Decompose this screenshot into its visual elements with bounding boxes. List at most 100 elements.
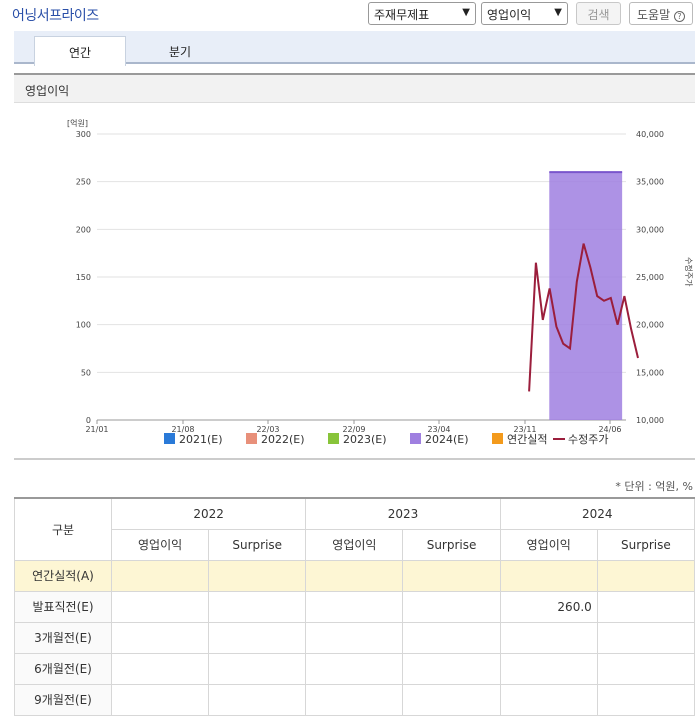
table-body: 연간실적(A) 발표직전(E) 260.0 3개월전(E) 6개월전(E) 9개월전(E)	[14, 559, 696, 716]
table-cell	[402, 621, 501, 654]
table-cell	[110, 590, 210, 623]
y2-tick-label: 10,000	[636, 416, 664, 425]
table-cell	[208, 683, 307, 716]
table-row: 발표직전(E) 260.0	[14, 590, 696, 623]
y-tick-label: 150	[76, 273, 91, 282]
sub-header: Surprise	[596, 528, 696, 561]
table-cell	[208, 559, 307, 592]
y-tick-label: 100	[76, 321, 91, 330]
page-title: 어닝서프라이즈	[12, 8, 99, 24]
column-header-category: 구분	[14, 497, 112, 561]
y2-tick-label: 25,000	[636, 273, 664, 282]
sub-header: 영업이익	[305, 528, 404, 561]
table-row: 3개월전(E)	[14, 621, 696, 654]
chart-area: 0 50 100 150 200 250 300 10,000 15,000 20,000 25,0…	[14, 104, 695, 460]
table-cell	[305, 590, 404, 623]
row-label: 6개월전(E)	[14, 652, 112, 685]
table-cell	[596, 683, 696, 716]
table-cell	[110, 559, 210, 592]
table-row: 연간실적(A)	[14, 559, 696, 592]
table-row: 6개월전(E)	[14, 652, 696, 685]
y2-tick-label: 15,000	[636, 368, 664, 377]
y-tick-label: 0	[86, 416, 91, 425]
table-cell	[402, 559, 501, 592]
unit-note: * 단위 : 억원, %	[615, 480, 693, 493]
y-tick-label: 50	[81, 368, 91, 377]
metric-select[interactable]: 영업이익 ▼	[481, 2, 568, 25]
legend-swatch	[246, 433, 257, 444]
bar-2024	[549, 172, 623, 420]
sub-header: 영업이익	[110, 528, 210, 561]
table-cell	[208, 590, 307, 623]
legend-label: 2021(E)	[179, 433, 223, 446]
legend-label: 수정주가	[568, 433, 608, 446]
y2-tick-label: 30,000	[636, 225, 664, 234]
x-tick-label: 21/01	[85, 425, 108, 434]
legend-label: 연간실적	[507, 433, 547, 446]
table-cell	[402, 652, 501, 685]
y2-tick-label: 40,000	[636, 130, 664, 139]
table-cell	[305, 559, 404, 592]
legend-label: 2023(E)	[343, 433, 387, 446]
table-cell	[402, 683, 501, 716]
statement-type-select[interactable]: 주재무제표 ▼	[368, 2, 476, 25]
statement-type-value: 주재무제표	[374, 8, 430, 22]
row-label: 3개월전(E)	[14, 621, 112, 654]
legend-swatch	[410, 433, 421, 444]
table-cell	[110, 683, 210, 716]
row-label: 연간실적(A)	[14, 559, 112, 592]
row-label: 9개월전(E)	[14, 683, 112, 716]
legend-swatch	[492, 433, 503, 444]
legend-label: 2024(E)	[425, 433, 469, 446]
help-button[interactable]: 도움말 ?	[629, 2, 693, 25]
year-header: 2024	[499, 497, 696, 530]
table-cell	[110, 621, 210, 654]
table-cell	[305, 621, 404, 654]
y2-tick-label: 20,000	[636, 321, 664, 330]
section-title: 영업이익	[14, 73, 695, 103]
table-cell	[596, 652, 696, 685]
table-cell	[305, 683, 404, 716]
year-header: 2022	[110, 497, 307, 530]
table-cell	[596, 559, 696, 592]
legend-swatch	[164, 433, 175, 444]
y-tick-label: 300	[76, 130, 91, 139]
legend-label: 2022(E)	[261, 433, 305, 446]
year-header: 2023	[305, 497, 501, 530]
chevron-down-icon: ▼	[462, 7, 470, 18]
table-row: 9개월전(E)	[14, 683, 696, 716]
table-cell	[208, 652, 307, 685]
table-cell: 260.0	[499, 590, 598, 623]
table-cell	[208, 621, 307, 654]
earnings-table: 구분 2022 2023 2024 영업이익 Surprise 영업이익 Sur…	[14, 497, 696, 716]
help-label: 도움말	[637, 8, 671, 22]
table-cell	[110, 652, 210, 685]
y2-tick-label: 35,000	[636, 178, 664, 187]
table-cell	[596, 621, 696, 654]
y2-axis-label: 수정주가	[684, 257, 694, 287]
y-tick-label: 200	[76, 225, 91, 234]
period-tabs: 연간 분기	[14, 31, 695, 66]
table-cell	[499, 683, 598, 716]
metric-value: 영업이익	[487, 8, 532, 22]
table-cell	[402, 590, 501, 623]
top-bar: 어닝서프라이즈 주재무제표 ▼ 영업이익 ▼ 검색 도움말 ?	[0, 0, 699, 30]
y-axis-label: [억원]	[67, 118, 88, 128]
legend-swatch	[328, 433, 339, 444]
sub-header: 영업이익	[499, 528, 598, 561]
table-cell	[499, 652, 598, 685]
table-cell	[499, 621, 598, 654]
help-icon: ?	[673, 11, 685, 22]
tab-annual[interactable]: 연간	[34, 36, 126, 66]
chevron-down-icon: ▼	[554, 7, 562, 18]
y-tick-label: 250	[76, 178, 91, 187]
row-label: 발표직전(E)	[14, 590, 112, 623]
table-cell	[499, 559, 598, 592]
table-cell	[305, 652, 404, 685]
sub-header: Surprise	[208, 528, 307, 561]
sub-header: Surprise	[402, 528, 501, 561]
table-cell	[596, 590, 696, 623]
search-button[interactable]: 검색	[576, 2, 621, 25]
tab-quarterly[interactable]: 분기	[134, 36, 226, 64]
earnings-chart: 0 50 100 150 200 250 300 10,000 15,000 20,000 25,0…	[67, 118, 694, 446]
